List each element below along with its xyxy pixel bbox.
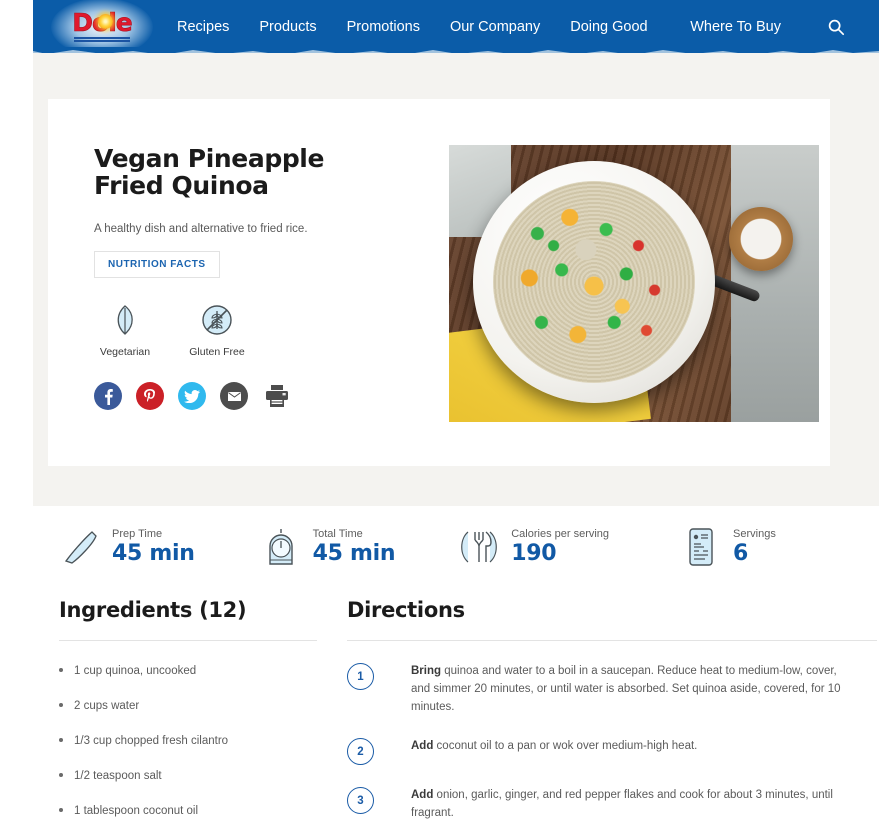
nutrition-facts-button[interactable]: NUTRITION FACTS [94,251,220,279]
ingredients-heading: Ingredients (12) [59,598,247,622]
recipe-page: Dole Recipes Products Promotions Our Com… [0,0,879,839]
page-title: Vegan Pineapple Fried Quinoa [94,144,325,200]
badge-vegetarian: Vegetarian [94,300,156,358]
recipe-image [449,145,819,422]
recipe-content: Ingredients (12) 1 cup quinoa, uncooked … [33,598,879,839]
badge-label: Gluten Free [189,346,245,359]
nutrition-label-icon [679,524,723,570]
salt-bowl [729,207,793,271]
nav-item-promotions[interactable]: Promotions [347,19,420,35]
list-item: 1 tablespoon coconut oil [59,803,317,819]
stat-prep-time: Prep Time 45 min [58,524,195,570]
step-text: Add onion, garlic, ginger, and red peppe… [411,787,841,823]
list-item: 3 Add onion, garlic, ginger, and red pep… [347,787,877,823]
ingredients-list: 1 cup quinoa, uncooked 2 cups water 1/3 … [59,663,317,839]
pinterest-share-button[interactable] [136,382,164,411]
step-lead: Add [411,740,434,753]
diet-badges: Vegetarian Gluten Free [94,300,424,358]
stat-label: Prep Time [112,528,163,540]
divider [347,640,877,641]
recipe-stats-bar: Prep Time 45 min Total Time 45 min Calor… [33,506,879,588]
nav-item-recipes[interactable]: Recipes [177,19,229,35]
list-item: 1/2 teaspoon salt [59,768,317,784]
nav-item-products[interactable]: Products [259,19,316,35]
step-lead: Add [411,789,434,802]
nav-item-where-to-buy[interactable]: Where To Buy [690,19,781,35]
stat-servings: Servings 6 [679,524,776,570]
ingredients-section: Ingredients (12) 1 cup quinoa, uncooked … [59,598,317,839]
print-button[interactable] [262,382,292,410]
stat-value: 6 [733,541,749,566]
step-detail: onion, garlic, ginger, and red pepper fl… [411,789,833,820]
stat-label: Total Time [312,528,363,540]
stat-calories: Calories per serving 190 [457,524,609,570]
stat-value: 45 min [112,541,195,566]
logo-bars [72,37,131,42]
stat-value: 190 [511,541,557,566]
list-item: 2 Add coconut oil to a pan or wok over m… [347,738,877,766]
recipe-summary: Vegan Pineapple Fried Quinoa A healthy d… [94,145,424,422]
directions-section: Directions 1 Bring quinoa and water to a… [347,598,877,839]
site-header: Dole Recipes Products Promotions Our Com… [33,0,879,53]
list-item: 2 cups water [59,698,317,714]
main-nav: Recipes Products Promotions Our Company … [177,19,678,35]
recipe-subtitle: A healthy dish and alternative to fried … [94,223,308,235]
search-icon[interactable] [827,18,845,36]
list-item: 1/3 cup chopped fresh cilantro [59,733,317,749]
directions-heading: Directions [347,598,465,622]
recipe-card: Vegan Pineapple Fried Quinoa A healthy d… [48,99,830,466]
stat-value: 45 min [312,541,396,566]
step-number: 2 [347,738,374,766]
step-number: 3 [347,787,374,815]
fork-knife-icon [457,524,501,570]
divider [59,640,317,641]
facebook-share-button[interactable] [94,382,122,411]
directions-list: 1 Bring quinoa and water to a boil in a … [347,663,877,823]
twitter-share-button[interactable] [178,382,206,411]
step-detail: coconut oil to a pan or wok over medium-… [433,740,698,753]
gluten-free-icon [186,300,248,340]
email-share-button[interactable] [220,382,248,411]
list-item: 1 Bring quinoa and water to a boil in a … [347,663,877,716]
recipe-hero [449,145,819,422]
share-bar [94,382,424,411]
step-detail: quinoa and water to a boil in a saucepan… [411,665,841,713]
stat-label: Servings [733,528,776,540]
nav-item-our-company[interactable]: Our Company [450,19,540,35]
leaf-icon [94,300,156,340]
badge-label: Vegetarian [99,346,151,359]
step-number: 1 [347,663,374,690]
knife-icon [58,524,102,570]
stat-label: Calories per serving [511,528,610,540]
dole-logo[interactable]: Dole [51,0,153,53]
step-text: Bring quinoa and water to a boil in a sa… [411,663,841,716]
timer-icon [259,524,303,570]
list-item: 1 cup quinoa, uncooked [59,663,317,679]
badge-gluten-free: Gluten Free [186,300,248,358]
step-text: Add coconut oil to a pan or wok over med… [411,738,697,765]
stat-total-time: Total Time 45 min [259,524,396,570]
step-lead: Bring [411,665,442,677]
nav-item-doing-good[interactable]: Doing Good [570,19,647,35]
header-right: Where To Buy [690,18,879,36]
